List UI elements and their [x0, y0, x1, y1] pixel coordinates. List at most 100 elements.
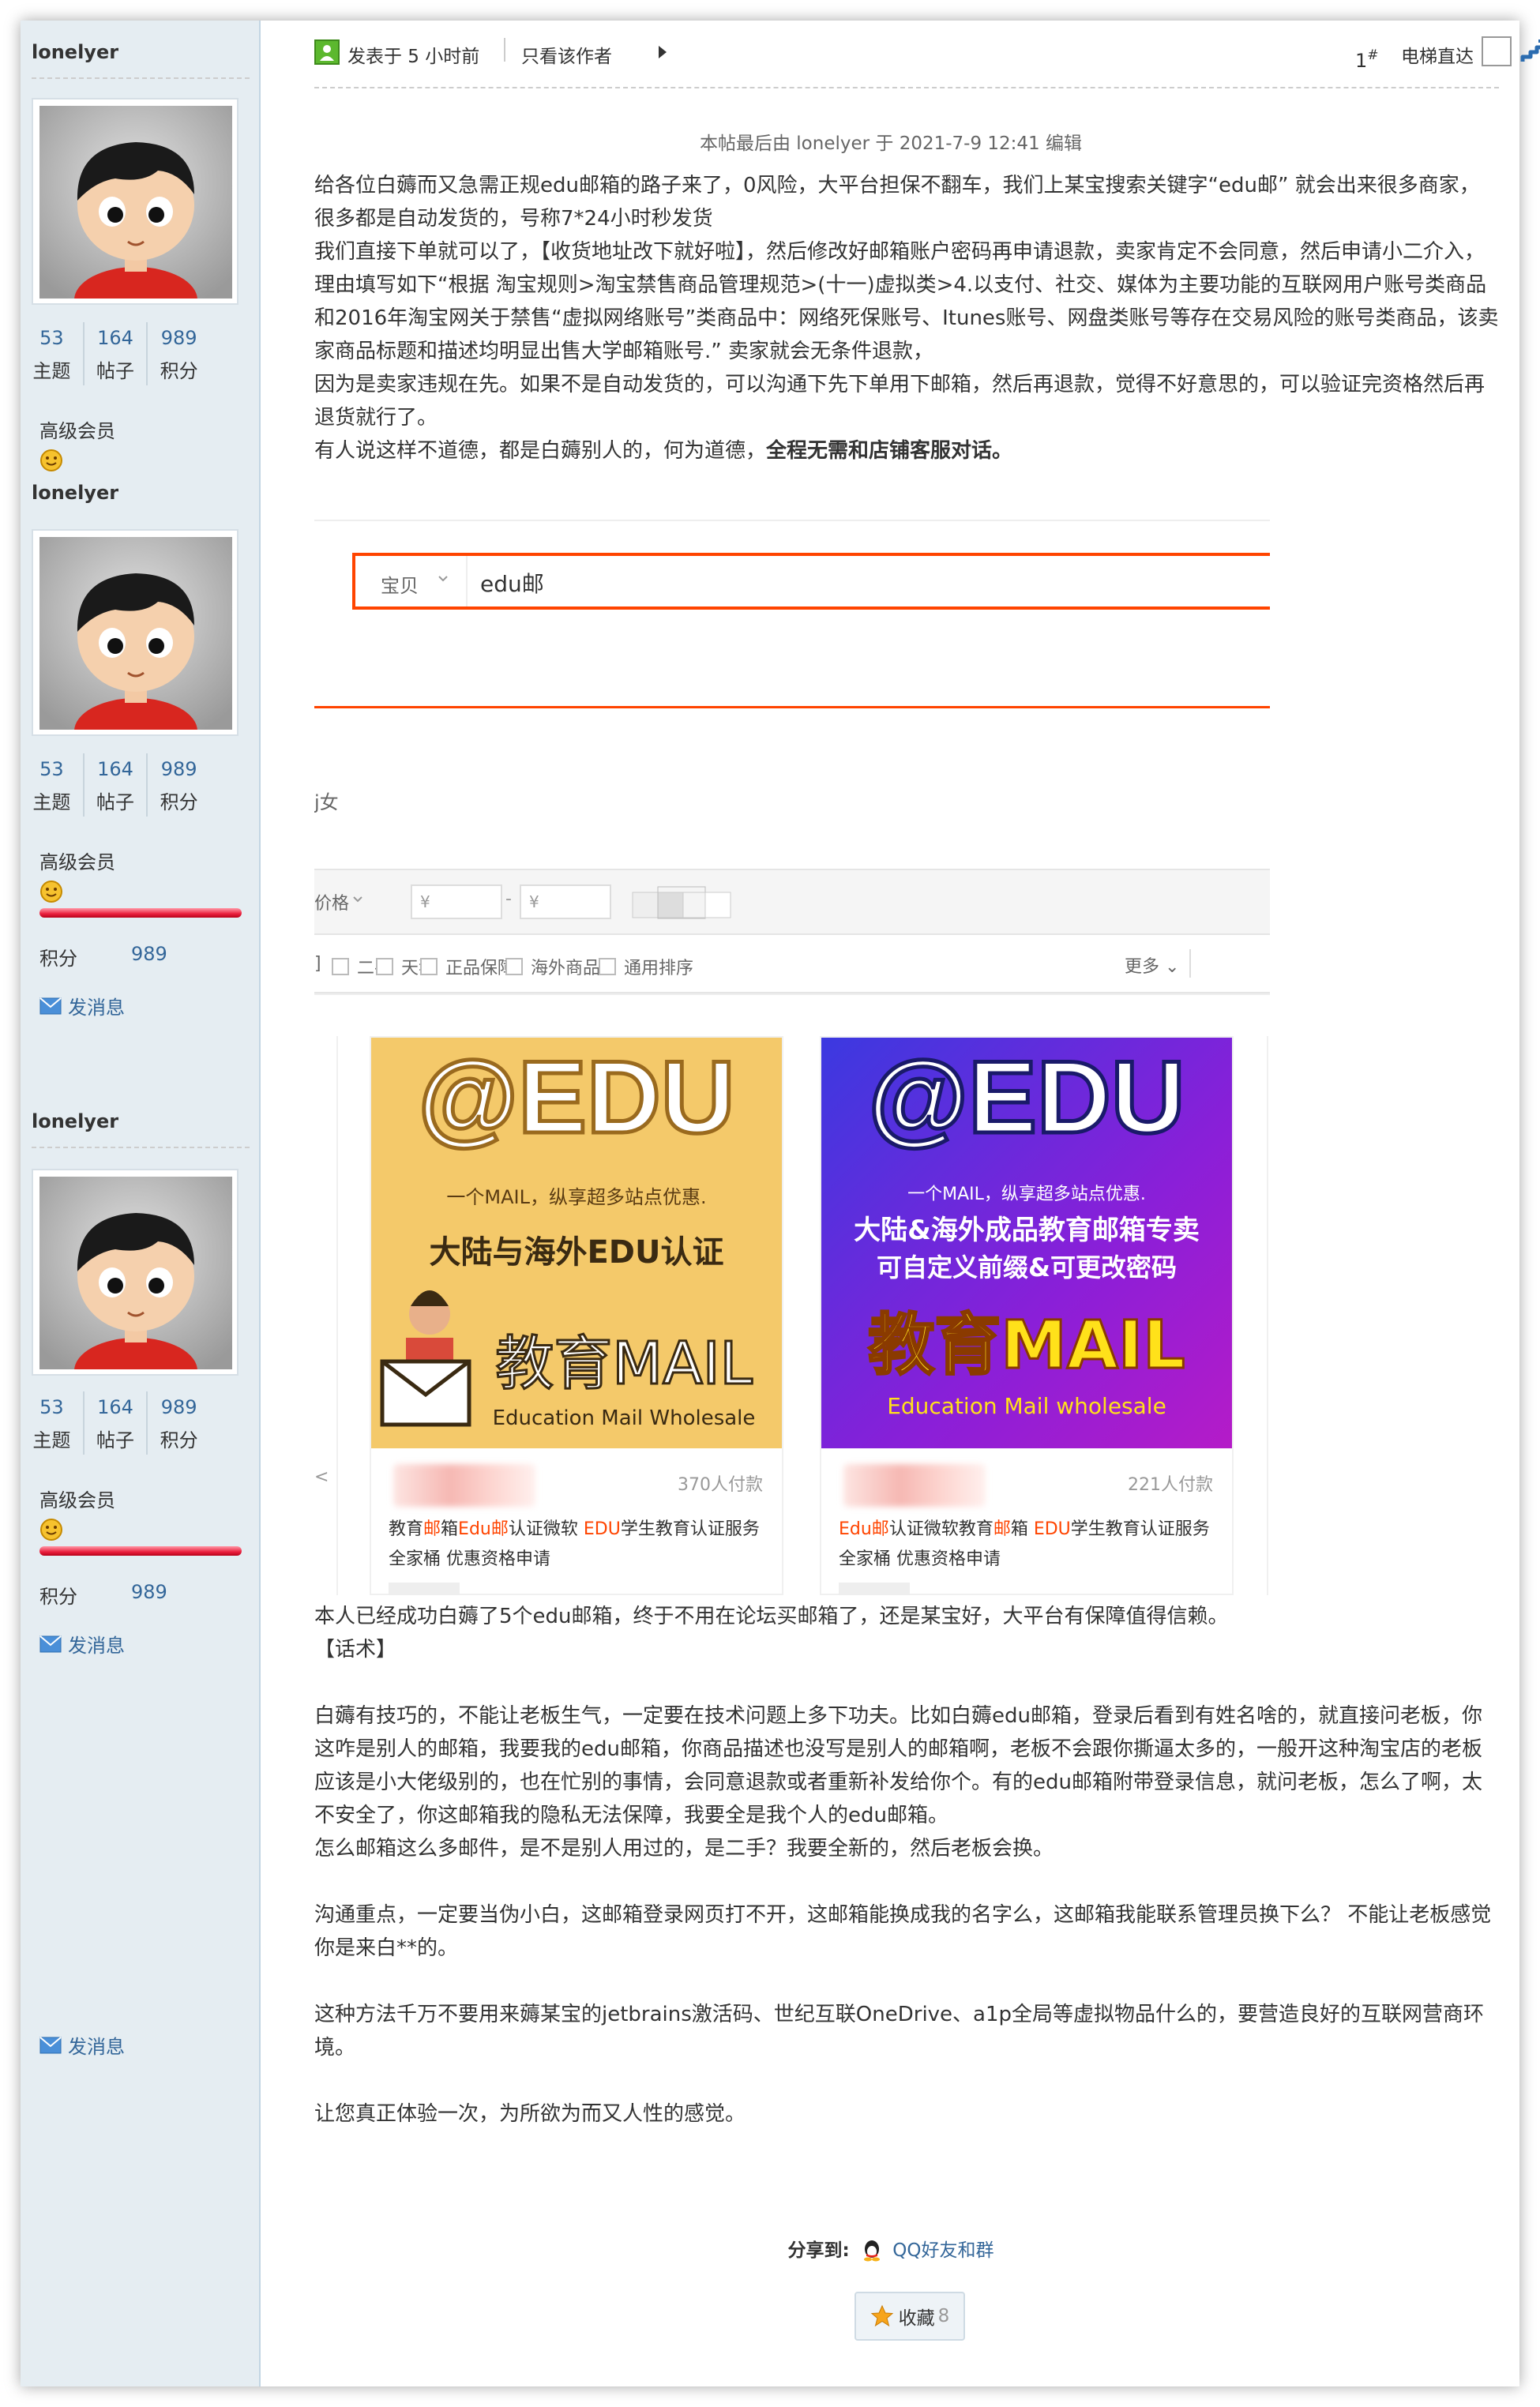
- option-label: 通用排序: [624, 959, 694, 978]
- option-genuine: 正品保障: [420, 954, 515, 979]
- only-author-link[interactable]: 只看该作者: [521, 41, 612, 68]
- envelope-icon: [39, 1635, 62, 1652]
- card-big-text: @EDU: [868, 1039, 1185, 1155]
- post-header: 发表于 5 小时前 只看该作者 1# 电梯直达: [314, 36, 1540, 72]
- favorite-button[interactable]: 收藏 8: [855, 2292, 965, 2341]
- card-buyers: 221人付款: [1128, 1475, 1213, 1495]
- stat-points[interactable]: 989 积分: [146, 1391, 210, 1455]
- post-paragraph: 白薅有技巧的，不能让老板生气，一定要在技术问题上多下功夫。比如白薅edu邮箱，登…: [314, 1704, 1482, 1827]
- product-image: @EDU 一个MAIL，纵享超多站点优惠. 大陆&海外成品教育邮箱专卖 可自定义…: [821, 1038, 1232, 1448]
- post-paragraph: [314, 1965, 1499, 1998]
- divider: [32, 1147, 250, 1148]
- header-divider: [314, 87, 1499, 88]
- send-message-label: 发消息: [68, 2036, 125, 2058]
- card-big-text: @EDU: [418, 1039, 734, 1155]
- card-line-2: 大陆&海外成品教育邮箱专卖: [854, 1215, 1200, 1246]
- options-bar: ] 二手 天猫 正品保障 海外商品 通用排序 更多 ⌄: [314, 935, 1270, 993]
- checkbox-icon: [599, 958, 616, 975]
- stat-points[interactable]: 989 积分: [146, 753, 210, 817]
- author-username[interactable]: lonelyer: [32, 1110, 118, 1132]
- send-message-link[interactable]: 发消息: [39, 992, 125, 1020]
- rank-progress-bar: [39, 1546, 242, 1556]
- stat-label: 积分: [160, 360, 198, 382]
- post-paragraph: [314, 1865, 1499, 1898]
- embedded-search-screenshot: 宝贝 edu邮 j女 价格 ¥ - ¥ ] 二手 天猫 正品保障 海外商品 通用…: [314, 499, 1270, 1595]
- user-rank[interactable]: 高级会员: [39, 415, 115, 443]
- stat-posts[interactable]: 164 帖子: [82, 753, 147, 817]
- arrow-right-icon: [659, 46, 667, 58]
- send-message-link[interactable]: 发消息: [39, 2031, 125, 2059]
- jump-label: 电梯直达: [1401, 47, 1474, 67]
- user-rank[interactable]: 高级会员: [39, 1485, 115, 1512]
- card-sub: Education Mail Wholesale: [493, 1406, 756, 1430]
- post-paragraph: 理由填写如下“根据 淘宝规则>淘宝禁售商品管理规范>(十一)虚拟类>4.以支付、…: [314, 273, 1499, 363]
- jump-go-icon[interactable]: [1519, 38, 1540, 65]
- post-paragraph: 怎么邮箱这么多邮件，是不是别人用过的，是二手？我要全新的，然后老板会换。: [314, 1837, 1054, 1861]
- stat-label: 主题: [32, 791, 71, 813]
- floor-number[interactable]: 1#: [1355, 47, 1379, 72]
- checkbox-icon: [376, 958, 393, 975]
- post-paragraph: 我们直接下单就可以了，【收货地址改下就好啦】，然后修改好邮箱账户密码再申请退款，…: [314, 240, 1486, 264]
- envelope-icon: [39, 997, 62, 1014]
- avatar[interactable]: [32, 98, 239, 305]
- avatar-image: [39, 1177, 232, 1369]
- author-stats: 53 主题 164 帖子 989 积分: [21, 1391, 210, 1455]
- stat-label: 主题: [32, 1429, 71, 1451]
- avatar[interactable]: [32, 1169, 239, 1376]
- post-bold-text: 全程无需和店铺客服对话。: [766, 439, 1013, 463]
- post-paragraph: [314, 1666, 1499, 1699]
- product-card-2: @EDU 一个MAIL，纵享超多站点优惠. 大陆&海外成品教育邮箱专卖 可自定义…: [820, 1036, 1234, 1595]
- jump-floor-input[interactable]: [1482, 36, 1512, 66]
- option-overseas: 海外商品: [505, 954, 600, 979]
- stat-value: 164: [97, 327, 133, 349]
- divider: [1189, 949, 1191, 978]
- stat-label: 积分: [160, 791, 198, 813]
- user-rank[interactable]: 高级会员: [39, 847, 115, 874]
- floor-value: 1: [1355, 50, 1368, 72]
- stat-threads[interactable]: 53 主题: [21, 1391, 83, 1455]
- option-label: 正品保障: [445, 959, 516, 978]
- stat-posts[interactable]: 164 帖子: [82, 1391, 147, 1455]
- stat-label: 积分: [160, 1429, 198, 1451]
- author-stats: 53 主题 164 帖子 989 积分: [21, 753, 210, 817]
- cropped-text: j女: [314, 791, 339, 813]
- favorite-label: 收藏: [898, 2308, 935, 2329]
- avatar[interactable]: [32, 529, 239, 736]
- search-query: edu邮: [480, 571, 544, 597]
- stat-threads[interactable]: 53 主题: [21, 322, 83, 385]
- stat-value: 164: [97, 1396, 133, 1418]
- stat-points[interactable]: 989 积分: [146, 322, 210, 385]
- stat-threads[interactable]: 53 主题: [21, 753, 83, 817]
- send-message-label: 发消息: [68, 997, 125, 1019]
- stat-value: 53: [39, 1396, 64, 1418]
- post-main: 发表于 5 小时前 只看该作者 1# 电梯直达 本帖最后由 lonelyer 于…: [262, 21, 1540, 2386]
- option-label: 海外商品: [531, 959, 601, 978]
- more-label: 更多: [1125, 957, 1160, 977]
- share-qq-link[interactable]: QQ好友和群: [892, 2240, 993, 2261]
- card-edge: [1267, 1036, 1268, 1595]
- stat-label: 帖子: [96, 360, 134, 382]
- post-paragraph: 让您真正体验一次，为所欲为而又人性的感觉。: [314, 2102, 746, 2126]
- share-label: 分享到:: [787, 2240, 850, 2261]
- stat-posts[interactable]: 164 帖子: [82, 322, 147, 385]
- points-label: 积分: [39, 1586, 77, 1608]
- divider: [314, 706, 1270, 708]
- send-message-link[interactable]: 发消息: [39, 1630, 125, 1658]
- qq-icon: [863, 2240, 880, 2262]
- price-to-input: ¥: [520, 884, 611, 919]
- post-paragraph: 【话术】: [314, 1638, 397, 1662]
- author-username[interactable]: lonelyer: [32, 482, 118, 504]
- divider: [466, 556, 468, 606]
- option-sort: 通用排序: [599, 954, 693, 979]
- stat-value: 164: [97, 758, 133, 780]
- avatar-image: [39, 537, 232, 730]
- card-line-1: 一个MAIL，纵享超多站点优惠.: [907, 1185, 1146, 1204]
- card-buyers: 370人付款: [678, 1475, 763, 1495]
- separator: [504, 38, 505, 62]
- author-username[interactable]: lonelyer: [32, 41, 118, 63]
- card-footer: [839, 1583, 910, 1595]
- floor-suffix: #: [1367, 47, 1379, 63]
- forum-post-frame: lonelyer 53 主题 164 帖子 989 积分 高级会员 lonely…: [21, 21, 1540, 2386]
- card-footer: [389, 1583, 460, 1595]
- post-paragraph: 沟通重点，一定要当伪小白，这邮箱登录网页打不开，这邮箱能换成我的名字么，这邮箱我…: [314, 1903, 1492, 1960]
